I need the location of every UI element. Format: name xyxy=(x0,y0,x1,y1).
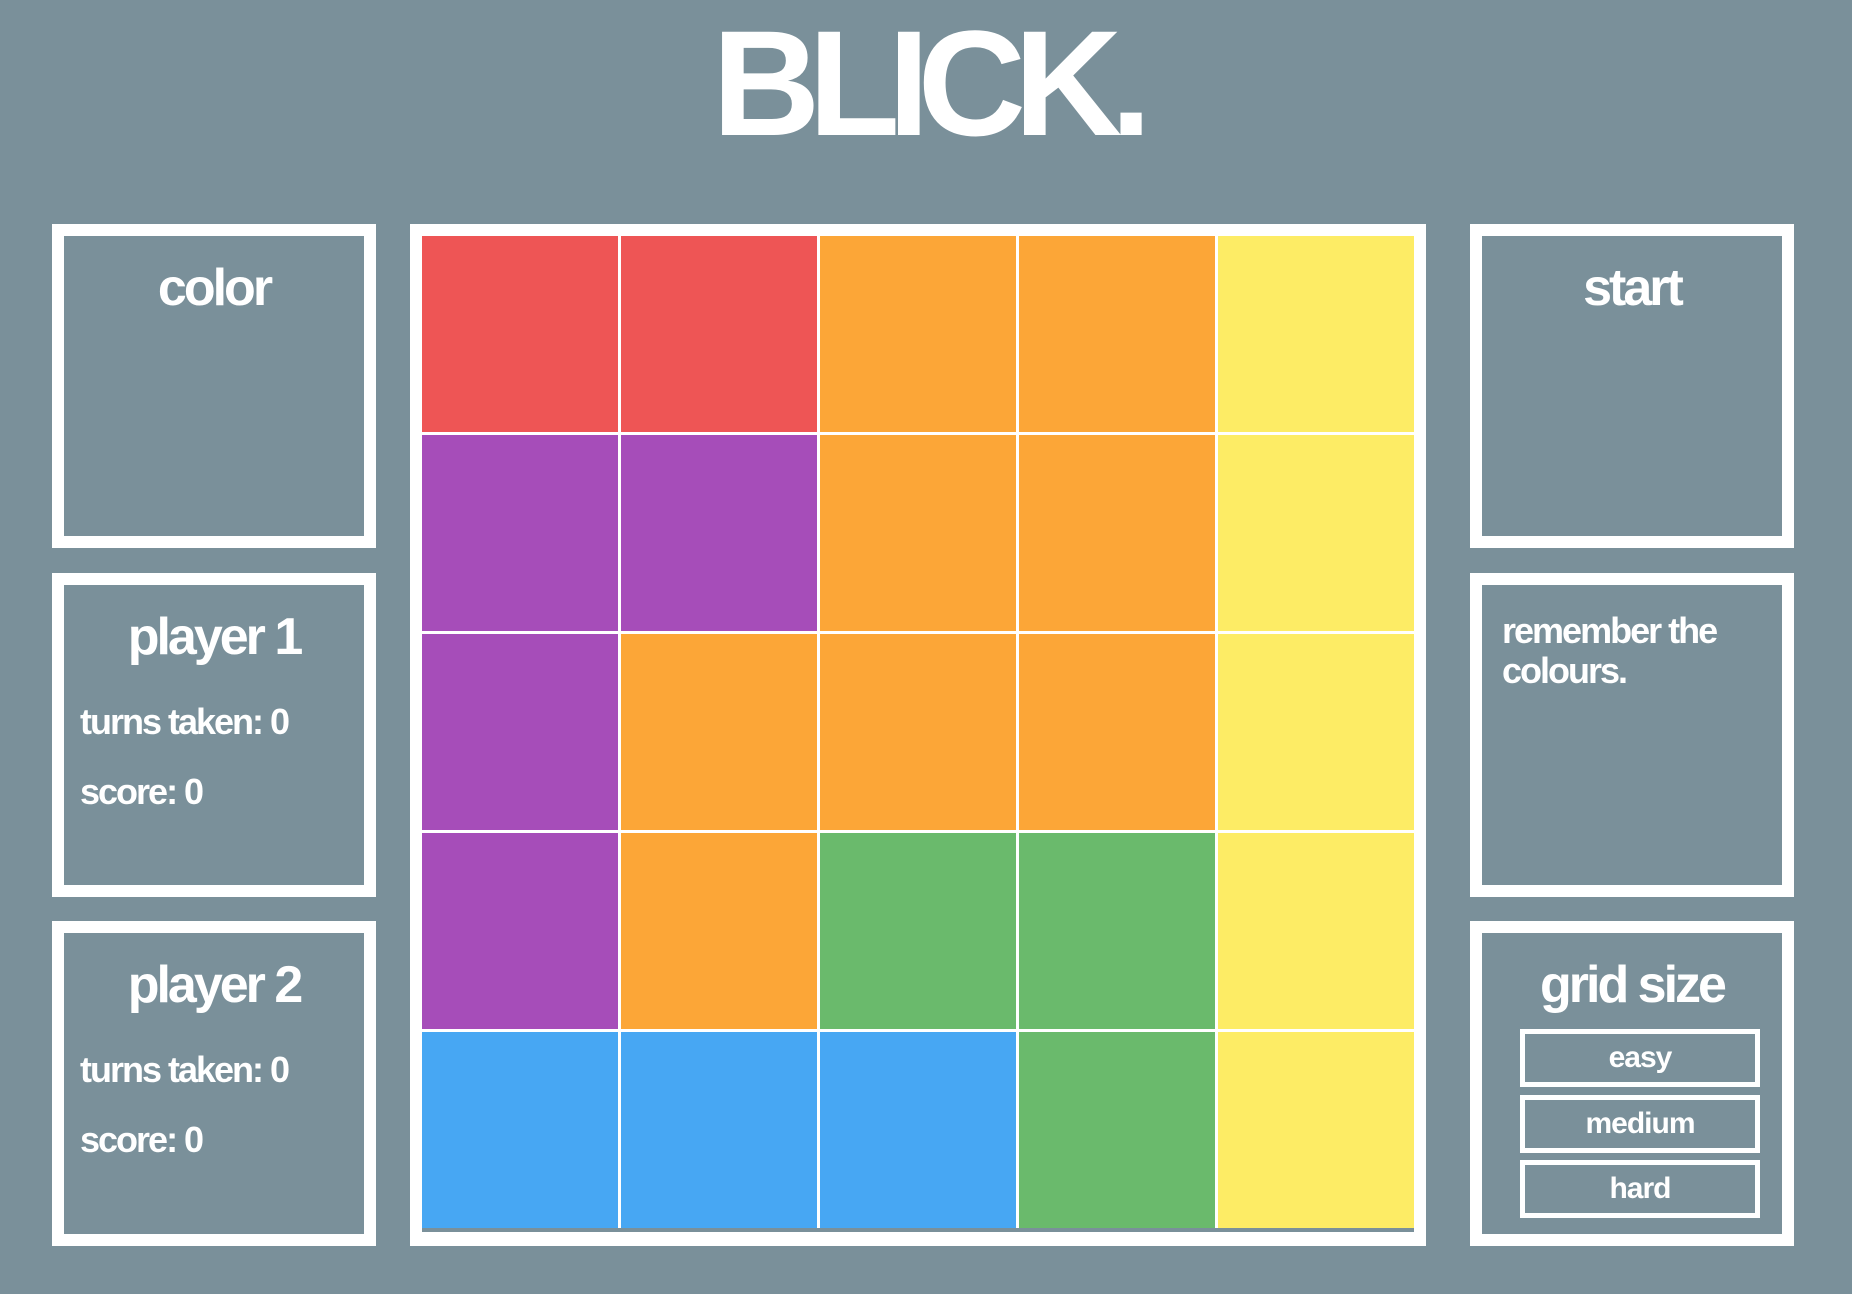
grid-cell[interactable] xyxy=(1019,1032,1215,1228)
grid-cell[interactable] xyxy=(820,236,1016,432)
grid-cell[interactable] xyxy=(621,1032,817,1228)
player1-panel: player 1 turns taken: 0 score: 0 xyxy=(52,573,376,897)
grid-cell[interactable] xyxy=(1218,236,1414,432)
grid-cell[interactable] xyxy=(1019,435,1215,631)
player1-heading: player 1 xyxy=(127,608,304,666)
player2-turns-taken: turns taken: 0 xyxy=(80,1049,290,1090)
color-panel: color xyxy=(52,224,376,548)
grid-cell[interactable] xyxy=(1019,634,1215,830)
grid-cell[interactable] xyxy=(422,435,618,631)
grid-cell[interactable] xyxy=(422,236,618,432)
board-underline xyxy=(422,1228,1414,1232)
grid-cell[interactable] xyxy=(1218,435,1414,631)
grid-cell[interactable] xyxy=(621,833,817,1029)
hard-button[interactable]: hard xyxy=(1520,1160,1760,1218)
player2-panel: player 2 turns taken: 0 score: 0 xyxy=(52,921,376,1246)
player1-turns-taken: turns taken: 0 xyxy=(80,701,290,742)
grid-cell[interactable] xyxy=(422,634,618,830)
grid-cell[interactable] xyxy=(422,833,618,1029)
grid-cell[interactable] xyxy=(1218,634,1414,830)
color-grid xyxy=(422,236,1414,1228)
grid-cell[interactable] xyxy=(820,435,1016,631)
grid-cell[interactable] xyxy=(1218,1032,1414,1228)
grid-cell[interactable] xyxy=(1218,833,1414,1029)
grid-cell[interactable] xyxy=(621,634,817,830)
grid-cell[interactable] xyxy=(820,833,1016,1029)
message-text: remember the colours. xyxy=(1502,610,1718,691)
grid-cell[interactable] xyxy=(1019,833,1215,1029)
grid-cell[interactable] xyxy=(820,1032,1016,1228)
start-label: start xyxy=(1583,259,1684,317)
game-title: BLICK. xyxy=(712,0,1152,167)
player2-heading: player 2 xyxy=(127,956,304,1014)
player2-score: score: 0 xyxy=(80,1119,204,1160)
medium-button[interactable]: medium xyxy=(1520,1095,1760,1153)
grid-size-panel: grid size easy medium hard xyxy=(1470,921,1794,1246)
grid-cell[interactable] xyxy=(621,236,817,432)
easy-button[interactable]: easy xyxy=(1520,1029,1760,1087)
game-board xyxy=(410,224,1426,1246)
player1-score: score: 0 xyxy=(80,771,204,812)
start-button[interactable]: start xyxy=(1470,224,1794,548)
grid-cell[interactable] xyxy=(422,1032,618,1228)
grid-size-heading: grid size xyxy=(1540,956,1727,1014)
grid-cell[interactable] xyxy=(1019,236,1215,432)
grid-cell[interactable] xyxy=(621,435,817,631)
message-panel: remember the colours. xyxy=(1470,573,1794,897)
color-heading: color xyxy=(157,259,273,317)
grid-cell[interactable] xyxy=(820,634,1016,830)
